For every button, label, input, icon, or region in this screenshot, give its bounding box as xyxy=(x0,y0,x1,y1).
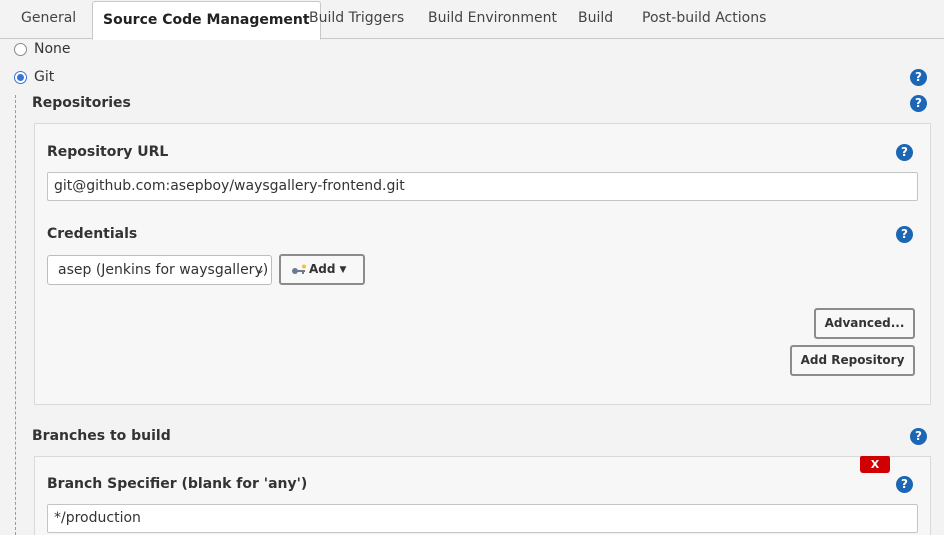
git-help-icon[interactable]: ? xyxy=(910,69,927,86)
git-radio-label: Git xyxy=(34,69,55,85)
branches-to-build-label: Branches to build xyxy=(32,428,171,444)
repository-url-label: Repository URL xyxy=(47,144,169,160)
tab-build[interactable]: Build xyxy=(578,0,613,39)
tab-build-environment[interactable]: Build Environment xyxy=(428,0,557,39)
branch-specifier-help-icon[interactable]: ? xyxy=(896,476,913,493)
delete-branch-button[interactable]: X xyxy=(860,456,890,473)
repository-box: Repository URL ? git@github.com:asepboy/… xyxy=(34,123,931,405)
credentials-help-icon[interactable]: ? xyxy=(896,226,913,243)
scm-option-none[interactable]: None xyxy=(14,40,71,58)
tab-source-code-management[interactable]: Source Code Management xyxy=(92,1,321,40)
branch-specifier-input[interactable]: */production xyxy=(47,504,918,533)
add-repository-button[interactable]: Add Repository xyxy=(790,345,915,376)
credentials-label: Credentials xyxy=(47,226,138,242)
add-credentials-button[interactable]: Add ▼ xyxy=(279,254,365,285)
none-radio-label: None xyxy=(34,41,71,57)
scm-option-git[interactable]: Git xyxy=(14,68,54,86)
repository-url-help-icon[interactable]: ? xyxy=(896,144,913,161)
credentials-select[interactable]: asep (Jenkins for waysgallery) ⌄ xyxy=(47,255,272,285)
git-radio[interactable] xyxy=(14,70,27,84)
git-section-indent-line xyxy=(15,95,16,535)
branch-specifier-label: Branch Specifier (blank for 'any') xyxy=(47,476,308,492)
job-config-page: General Source Code Management Build Tri… xyxy=(0,0,944,535)
branches-help-icon[interactable]: ? xyxy=(910,428,927,445)
repositories-help-icon[interactable]: ? xyxy=(910,95,927,112)
key-icon xyxy=(292,264,306,274)
none-radio[interactable] xyxy=(14,42,27,56)
config-tab-bar: General Source Code Management Build Tri… xyxy=(0,0,944,40)
tab-post-build-actions[interactable]: Post-build Actions xyxy=(642,0,766,39)
repositories-label: Repositories xyxy=(32,95,131,111)
caret-down-icon: ▼ xyxy=(339,265,347,275)
branch-box: X Branch Specifier (blank for 'any') ? *… xyxy=(34,456,931,535)
chevron-down-icon: ⌄ xyxy=(255,263,265,276)
tab-general[interactable]: General xyxy=(21,0,76,39)
repository-url-input[interactable]: git@github.com:asepboy/waysgallery-front… xyxy=(47,172,918,201)
credentials-selected-value: asep (Jenkins for waysgallery) xyxy=(58,262,269,278)
advanced-button[interactable]: Advanced... xyxy=(814,308,915,339)
tab-build-triggers[interactable]: Build Triggers xyxy=(309,0,404,39)
add-credentials-label: Add xyxy=(309,262,336,276)
